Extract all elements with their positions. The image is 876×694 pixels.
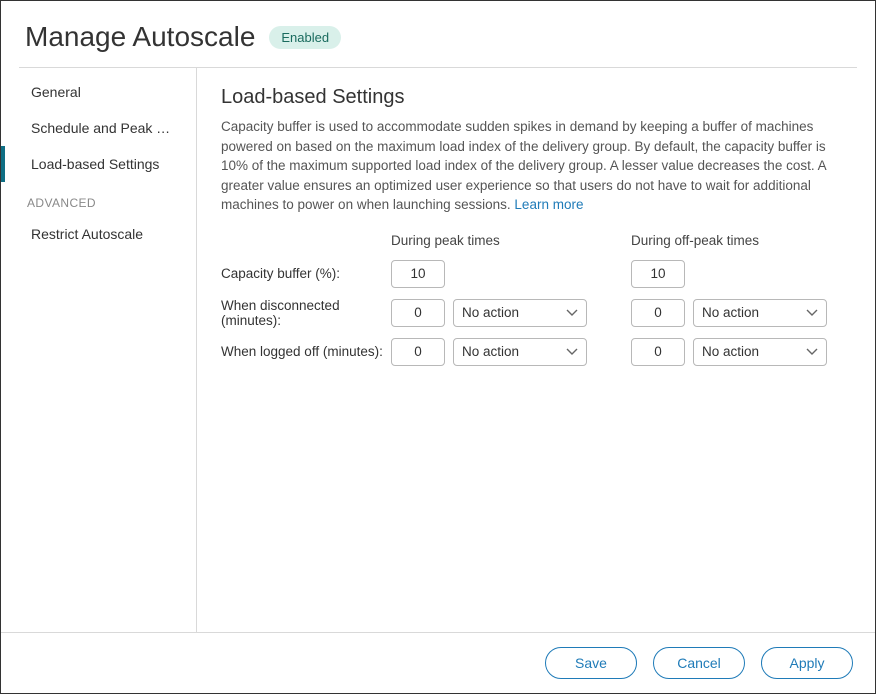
apply-button[interactable]: Apply: [761, 647, 853, 679]
disconnected-offpeak-action-select[interactable]: No action: [693, 299, 827, 327]
row-label-when-logged-off: When logged off (minutes):: [221, 344, 391, 359]
chevron-down-icon: [566, 307, 578, 319]
disconnected-peak-action-select[interactable]: No action: [453, 299, 587, 327]
chevron-down-icon: [566, 346, 578, 358]
main-panel: Load-based Settings Capacity buffer is u…: [197, 68, 875, 632]
loggedoff-offpeak-minutes-input[interactable]: [631, 338, 685, 366]
sidebar-item-general[interactable]: General: [1, 74, 196, 110]
sidebar-item-restrict-autoscale[interactable]: Restrict Autoscale: [1, 216, 196, 252]
dialog-body: General Schedule and Peak Ti... Load-bas…: [1, 68, 875, 632]
loggedoff-offpeak-action-select[interactable]: No action: [693, 338, 827, 366]
dialog-header: Manage Autoscale Enabled: [1, 1, 875, 67]
save-button[interactable]: Save: [545, 647, 637, 679]
capacity-buffer-peak-input[interactable]: [391, 260, 445, 288]
sidebar-item-load-based-settings[interactable]: Load-based Settings: [1, 146, 196, 182]
page-title: Manage Autoscale: [25, 21, 255, 53]
status-badge: Enabled: [269, 26, 341, 49]
disconnected-offpeak-minutes-input[interactable]: [631, 299, 685, 327]
select-value: No action: [702, 305, 759, 320]
learn-more-link[interactable]: Learn more: [514, 197, 583, 212]
dialog-footer: Save Cancel Apply: [1, 632, 875, 693]
chevron-down-icon: [806, 307, 818, 319]
sidebar: General Schedule and Peak Ti... Load-bas…: [1, 68, 197, 632]
select-value: No action: [462, 305, 519, 320]
disconnected-peak-minutes-input[interactable]: [391, 299, 445, 327]
column-header-offpeak: During off-peak times: [631, 233, 831, 250]
select-value: No action: [702, 344, 759, 359]
chevron-down-icon: [806, 346, 818, 358]
row-label-capacity-buffer: Capacity buffer (%):: [221, 266, 391, 281]
cancel-button[interactable]: Cancel: [653, 647, 745, 679]
select-value: No action: [462, 344, 519, 359]
loggedoff-peak-minutes-input[interactable]: [391, 338, 445, 366]
loggedoff-peak-action-select[interactable]: No action: [453, 338, 587, 366]
panel-description: Capacity buffer is used to accommodate s…: [221, 117, 851, 215]
panel-heading: Load-based Settings: [221, 86, 851, 109]
sidebar-section-advanced: ADVANCED: [1, 182, 196, 216]
sidebar-item-schedule-peak[interactable]: Schedule and Peak Ti...: [1, 110, 196, 146]
column-header-peak: During peak times: [391, 233, 591, 250]
settings-grid: During peak times During off-peak times …: [221, 233, 851, 366]
row-label-when-disconnected: When disconnected (minutes):: [221, 298, 391, 328]
capacity-buffer-offpeak-input[interactable]: [631, 260, 685, 288]
